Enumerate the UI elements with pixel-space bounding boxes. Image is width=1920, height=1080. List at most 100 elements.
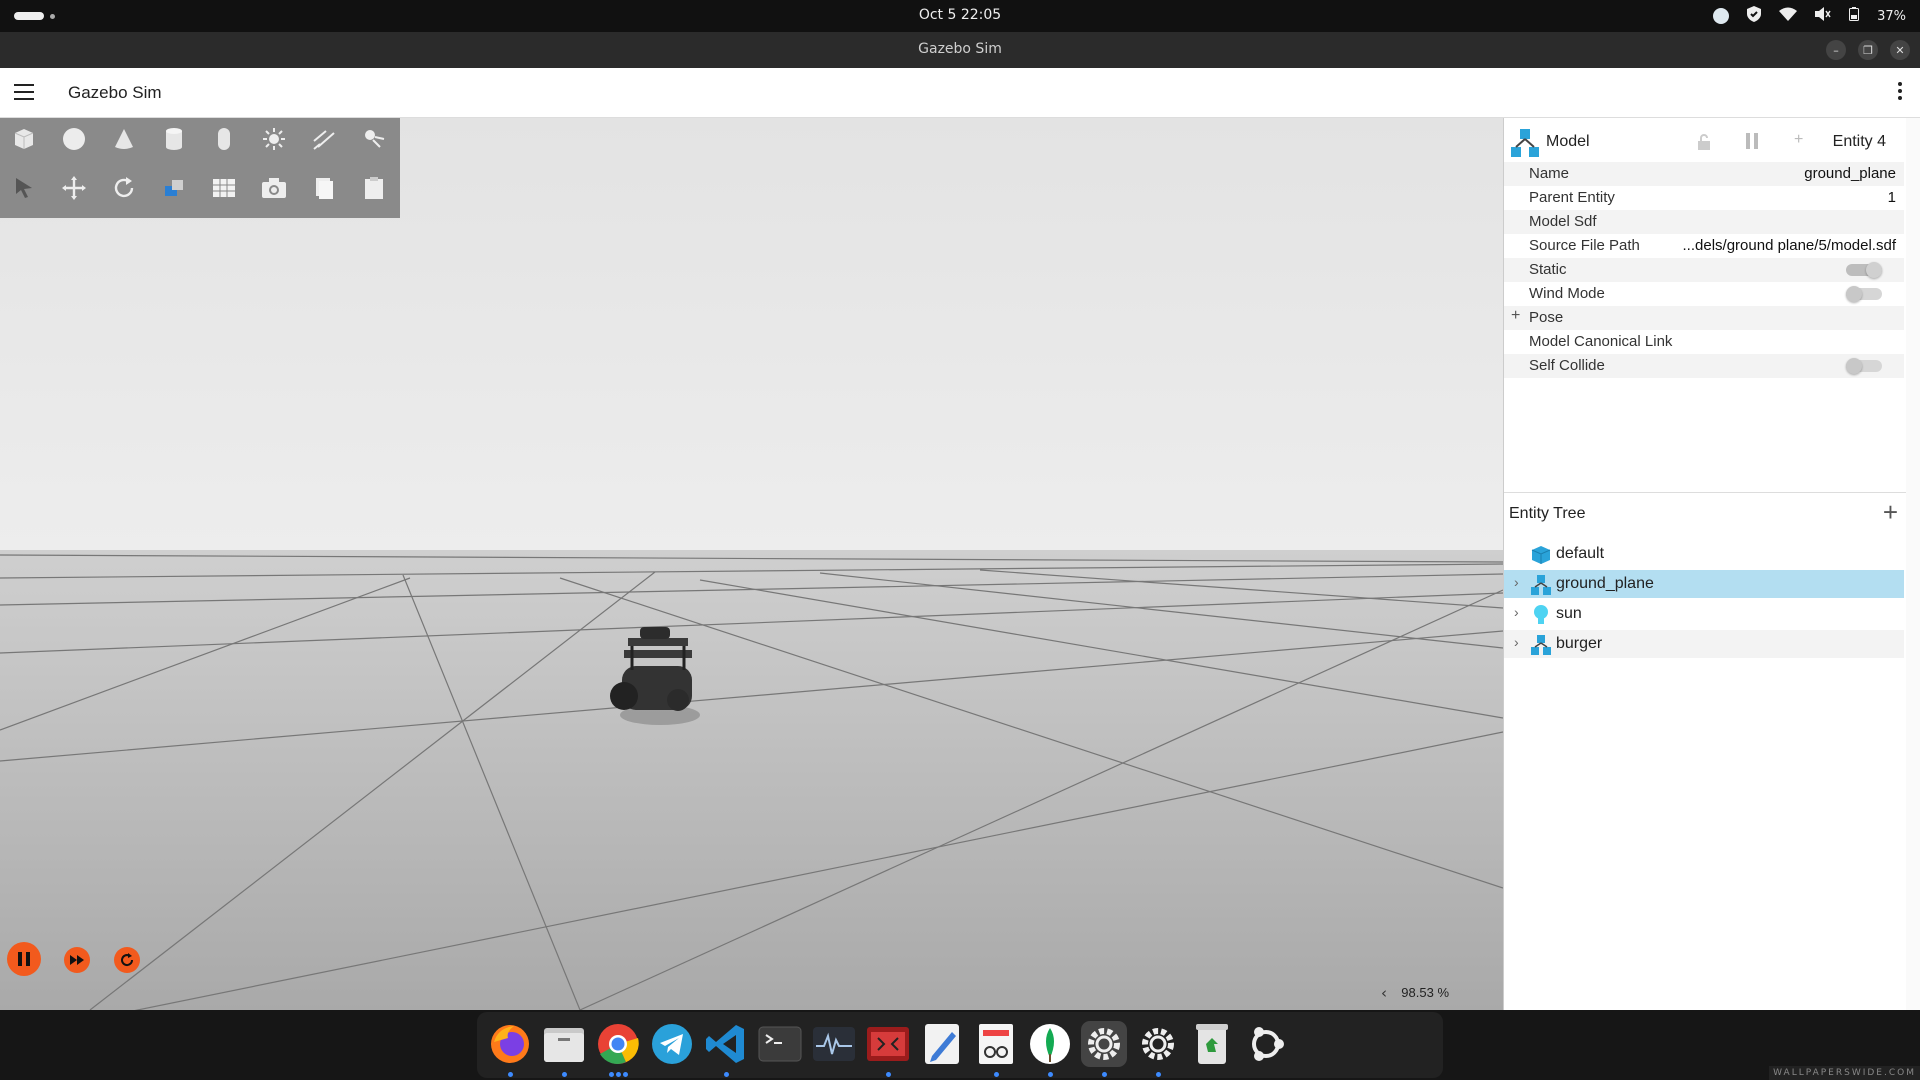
wind-mode-toggle[interactable] <box>1846 286 1882 302</box>
firefox-icon[interactable] <box>487 1021 533 1067</box>
trash-icon[interactable] <box>1189 1021 1235 1067</box>
expand-pose-icon[interactable]: + <box>1511 307 1520 325</box>
sphere-shape-button[interactable] <box>56 121 92 157</box>
entity-tree-title: Entity Tree <box>1509 505 1586 522</box>
camera-icon <box>262 178 286 198</box>
rotate-mode-button[interactable] <box>106 170 142 206</box>
property-row-pose[interactable]: + Pose <box>1504 306 1904 330</box>
files-icon[interactable] <box>541 1021 587 1067</box>
volume-muted-icon[interactable] <box>1815 7 1831 25</box>
gazebo-settings-icon[interactable] <box>1081 1021 1127 1067</box>
tree-item-label: default <box>1556 545 1605 562</box>
app-title: Gazebo Sim <box>68 83 162 102</box>
scene-3d-viewport[interactable]: ‹ 98.53 % <box>0 118 1503 1010</box>
right-side-panel: Model + Entity 4 Name ground_plane Paren… <box>1503 118 1920 1010</box>
app-header: Gazebo Sim <box>0 68 1920 118</box>
cylinder-shape-button[interactable] <box>156 121 192 157</box>
grid-icon <box>213 179 235 197</box>
property-row-self-collide: Self Collide <box>1504 354 1904 378</box>
property-key: Static <box>1529 261 1567 278</box>
property-row-wind-mode: Wind Mode <box>1504 282 1904 306</box>
pause-button[interactable] <box>7 942 41 976</box>
scene-render[interactable] <box>0 118 1503 1010</box>
close-button[interactable]: ✕ <box>1890 40 1910 60</box>
lock-icon[interactable] <box>1697 134 1711 150</box>
document-viewer-icon[interactable] <box>973 1021 1019 1067</box>
entity-id-label: Entity 4 <box>1832 133 1886 150</box>
point-light-button[interactable] <box>256 121 292 157</box>
more-options-icon[interactable] <box>1898 82 1902 103</box>
add-entity-button[interactable]: + <box>1883 499 1898 525</box>
transform-icon <box>165 180 183 196</box>
cylinder-icon <box>166 128 182 150</box>
grid-config-button[interactable] <box>206 170 242 206</box>
running-indicator <box>886 1072 891 1077</box>
expand-chevron-icon[interactable]: › <box>1514 604 1519 620</box>
directional-light-button[interactable] <box>306 121 342 157</box>
app-icon[interactable] <box>865 1021 911 1067</box>
inspector-pause-icon[interactable] <box>1743 133 1761 149</box>
static-toggle[interactable] <box>1846 262 1882 278</box>
cone-shape-button[interactable] <box>106 121 142 157</box>
box-shape-button[interactable] <box>6 121 42 157</box>
terminal-icon[interactable] <box>757 1021 803 1067</box>
running-indicator <box>616 1072 621 1077</box>
wifi-icon[interactable] <box>1779 7 1798 25</box>
capsule-shape-button[interactable] <box>206 121 242 157</box>
spot-light-icon <box>365 130 385 148</box>
property-row-model-canonical-link: Model Canonical Link <box>1504 330 1904 354</box>
shield-icon[interactable] <box>1747 6 1762 26</box>
self-collide-toggle[interactable] <box>1846 358 1882 374</box>
telegram-icon[interactable] <box>649 1021 695 1067</box>
copy-button[interactable] <box>306 170 342 206</box>
translate-mode-button[interactable] <box>56 170 92 206</box>
running-indicator <box>1048 1072 1053 1077</box>
restore-button[interactable]: ❐ <box>1858 40 1878 60</box>
vscode-icon[interactable] <box>703 1021 749 1067</box>
battery-icon[interactable] <box>1849 7 1860 25</box>
clock[interactable]: Oct 5 22:05 <box>0 7 1920 23</box>
spot-light-button[interactable] <box>356 121 392 157</box>
minimize-button[interactable]: – <box>1826 40 1846 60</box>
system-tray[interactable]: 37% <box>1713 6 1906 26</box>
running-indicator <box>508 1072 513 1077</box>
window-title: Gazebo Sim <box>918 41 1002 57</box>
hamburger-menu-icon[interactable] <box>14 84 34 100</box>
property-row-source-file-path: Source File Path ...dels/ground plane/5/… <box>1504 234 1904 258</box>
tree-item-label: burger <box>1556 635 1603 652</box>
reset-button[interactable] <box>114 947 140 973</box>
tree-item-ground-plane[interactable]: › ground_plane <box>1504 570 1904 598</box>
fast-forward-icon <box>70 955 84 965</box>
property-row-name: Name ground_plane <box>1504 162 1904 186</box>
chrome-icon[interactable] <box>595 1021 641 1067</box>
system-monitor-icon[interactable] <box>811 1021 857 1067</box>
tree-item-sun[interactable]: › sun <box>1504 600 1904 628</box>
screenshot-button[interactable] <box>256 170 292 206</box>
cone-icon <box>115 129 133 149</box>
sun-light-icon <box>263 128 285 150</box>
window-titlebar[interactable]: Gazebo Sim – ❐ ✕ <box>0 32 1920 68</box>
mongodb-compass-icon[interactable] <box>1027 1021 1073 1067</box>
ubuntu-icon[interactable] <box>1243 1021 1289 1067</box>
gazebo-settings-icon-2[interactable] <box>1135 1021 1181 1067</box>
component-inspector-header: Model + Entity 4 <box>1504 118 1904 166</box>
panel-scrollbar[interactable] <box>1906 118 1920 1010</box>
battery-percent: 37% <box>1877 8 1906 24</box>
select-mode-button[interactable] <box>6 170 42 206</box>
stats-expand-chevron[interactable]: ‹ <box>1381 984 1387 1002</box>
transform-control-button[interactable] <box>156 170 192 206</box>
update-icon[interactable] <box>1713 8 1730 24</box>
dock: WALLPAPERSWIDE.COM <box>0 1010 1920 1080</box>
paste-button[interactable] <box>356 170 392 206</box>
tree-item-burger[interactable]: › burger <box>1504 630 1904 658</box>
expand-chevron-icon[interactable]: › <box>1514 574 1519 590</box>
property-key: Parent Entity <box>1529 189 1615 206</box>
tree-item-default[interactable]: default <box>1504 540 1904 568</box>
step-forward-button[interactable] <box>64 947 90 973</box>
box-icon <box>14 129 34 149</box>
expand-chevron-icon[interactable]: › <box>1514 634 1519 650</box>
add-component-icon[interactable]: + <box>1794 131 1803 149</box>
property-key: Name <box>1529 165 1570 182</box>
text-editor-icon[interactable] <box>919 1021 965 1067</box>
watermark: WALLPAPERSWIDE.COM <box>1769 1066 1920 1080</box>
